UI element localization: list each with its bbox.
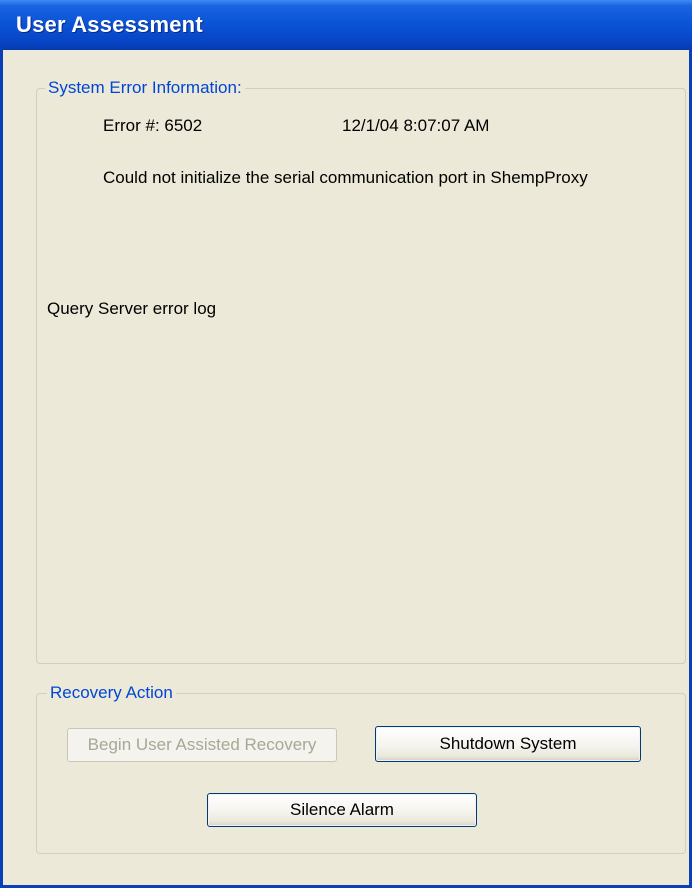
error-message: Could not initialize the serial communic…: [103, 168, 588, 187]
recovery-action-groupbox: [36, 693, 686, 854]
system-error-legend: System Error Information:: [45, 78, 245, 98]
user-assessment-dialog: User Assessment System Error Information…: [0, 0, 692, 888]
error-timestamp: 12/1/04 8:07:07 AM: [342, 116, 490, 135]
title-bar[interactable]: User Assessment: [0, 0, 692, 50]
error-log-query: Query Server error log: [47, 299, 217, 318]
silence-alarm-button[interactable]: Silence Alarm: [207, 793, 477, 827]
shutdown-system-button[interactable]: Shutdown System: [375, 726, 641, 762]
begin-user-assisted-recovery-button[interactable]: Begin User Assisted Recovery: [67, 728, 337, 762]
recovery-action-legend: Recovery Action: [47, 683, 176, 703]
window-title: User Assessment: [16, 12, 203, 37]
error-number: Error #: 6502: [103, 116, 203, 135]
